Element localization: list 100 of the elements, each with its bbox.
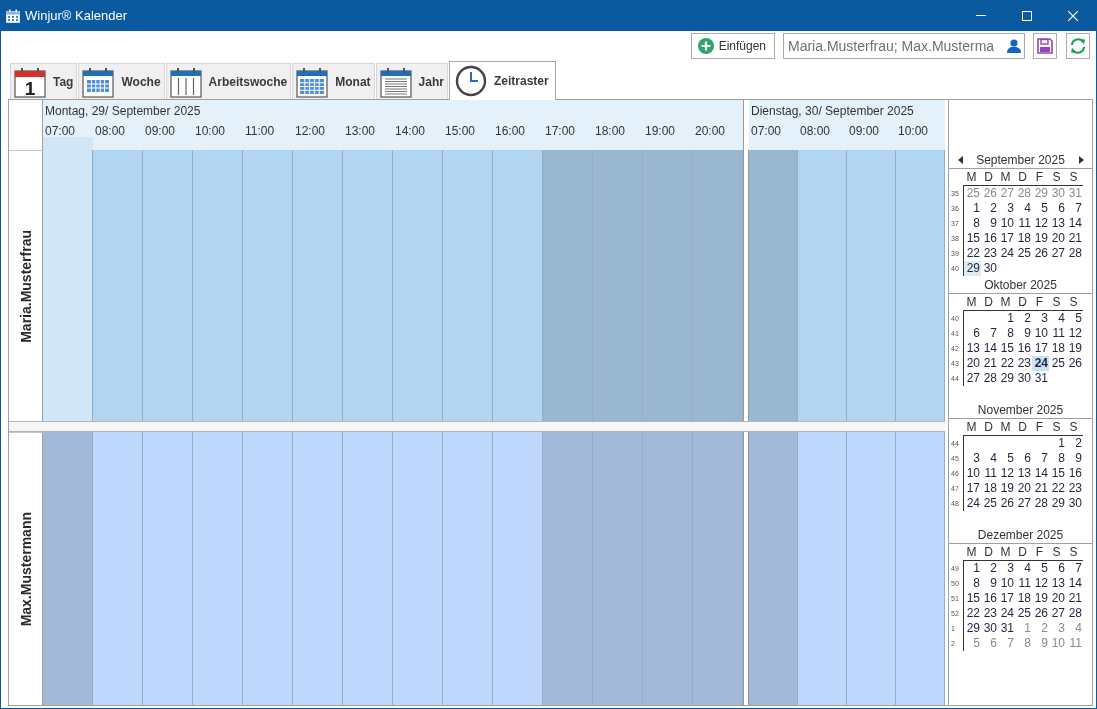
calendar-day[interactable]: 8 xyxy=(1015,636,1032,651)
calendar-day[interactable]: 14 xyxy=(981,341,998,356)
time-slot[interactable] xyxy=(847,432,896,705)
calendar-day[interactable]: 31 xyxy=(998,621,1015,636)
calendar-day[interactable]: 17 xyxy=(998,231,1015,246)
time-slot[interactable] xyxy=(193,150,243,421)
calendar-day[interactable]: 3 xyxy=(998,201,1015,216)
calendar-day[interactable]: 16 xyxy=(1015,341,1032,356)
calendar-day[interactable]: 7 xyxy=(1066,201,1083,216)
calendar-day[interactable]: 12 xyxy=(1032,576,1049,591)
calendar-day[interactable]: 23 xyxy=(981,606,998,621)
calendar-day[interactable]: 19 xyxy=(998,481,1015,496)
calendar-day[interactable]: 29 xyxy=(1032,186,1049,201)
time-slot[interactable] xyxy=(243,150,293,421)
calendar-day[interactable]: 30 xyxy=(1066,496,1083,511)
calendar-day[interactable]: 25 xyxy=(1015,246,1032,261)
insert-button[interactable]: Einfügen xyxy=(690,33,775,59)
calendar-day[interactable]: 22 xyxy=(964,246,981,261)
calendar-day[interactable]: 19 xyxy=(1066,341,1083,356)
time-slot[interactable] xyxy=(749,150,798,421)
calendar-day[interactable]: 10 xyxy=(1032,326,1049,341)
calendar-day[interactable]: 13 xyxy=(1049,576,1066,591)
calendar-day[interactable]: 30 xyxy=(981,261,998,276)
time-slot[interactable] xyxy=(593,432,643,705)
calendar-day[interactable]: 25 xyxy=(964,186,981,201)
calendar-day[interactable]: 31 xyxy=(1032,371,1049,386)
calendar-day[interactable]: 9 xyxy=(1015,326,1032,341)
calendar-day[interactable]: 29 xyxy=(998,371,1015,386)
calendar-day[interactable]: 28 xyxy=(1015,186,1032,201)
calendar-day[interactable]: 14 xyxy=(1066,576,1083,591)
calendar-day[interactable]: 3 xyxy=(1032,311,1049,326)
time-slot[interactable] xyxy=(93,150,143,421)
calendar-day[interactable]: 10 xyxy=(998,216,1015,231)
calendar-day[interactable]: 8 xyxy=(1049,451,1066,466)
calendar-day[interactable]: 12 xyxy=(998,466,1015,481)
calendar-day[interactable]: 25 xyxy=(1049,356,1066,371)
calendar-day[interactable]: 2 xyxy=(1066,436,1083,451)
calendar-day[interactable]: 6 xyxy=(1015,451,1032,466)
calendar-day[interactable]: 18 xyxy=(1015,231,1032,246)
calendar-day[interactable]: 11 xyxy=(981,466,998,481)
calendar-day[interactable]: 1 xyxy=(964,561,981,576)
time-slot[interactable] xyxy=(143,150,193,421)
calendar-day[interactable]: 28 xyxy=(1066,246,1083,261)
time-slot[interactable] xyxy=(896,432,945,705)
calendar-day[interactable]: 30 xyxy=(981,621,998,636)
calendar-day[interactable]: 19 xyxy=(1032,591,1049,606)
calendar-day[interactable]: 28 xyxy=(1032,496,1049,511)
time-slot[interactable] xyxy=(493,432,543,705)
calendar-day[interactable]: 20 xyxy=(1049,591,1066,606)
time-slot[interactable] xyxy=(343,432,393,705)
calendar-day[interactable]: 12 xyxy=(1066,326,1083,341)
calendar-day[interactable]: 26 xyxy=(1066,356,1083,371)
calendar-day[interactable]: 5 xyxy=(1032,561,1049,576)
calendar-day[interactable]: 24 xyxy=(998,606,1015,621)
calendar-day[interactable]: 13 xyxy=(964,341,981,356)
calendar-day[interactable]: 6 xyxy=(964,326,981,341)
time-slot[interactable] xyxy=(243,432,293,705)
calendar-day[interactable]: 1 xyxy=(998,311,1015,326)
calendar-day[interactable]: 31 xyxy=(1066,186,1083,201)
calendar-day[interactable]: 13 xyxy=(1015,466,1032,481)
calendar-day[interactable]: 24 xyxy=(1032,356,1049,371)
calendar-day[interactable]: 28 xyxy=(1066,606,1083,621)
time-slot[interactable] xyxy=(143,432,193,705)
calendar-day[interactable]: 6 xyxy=(1049,201,1066,216)
time-slot[interactable] xyxy=(643,432,693,705)
calendar-day[interactable]: 2 xyxy=(981,561,998,576)
calendar-day[interactable]: 9 xyxy=(1066,451,1083,466)
calendar-day[interactable]: 22 xyxy=(998,356,1015,371)
calendar-day[interactable]: 28 xyxy=(981,371,998,386)
calendar-day[interactable]: 4 xyxy=(1049,311,1066,326)
calendar-day[interactable]: 3 xyxy=(1049,621,1066,636)
calendar-day[interactable]: 29 xyxy=(964,621,981,636)
calendar-day[interactable]: 17 xyxy=(1032,341,1049,356)
calendar-day[interactable]: 9 xyxy=(981,576,998,591)
calendar-day[interactable]: 20 xyxy=(1049,231,1066,246)
calendar-day[interactable]: 21 xyxy=(1066,591,1083,606)
time-slot[interactable] xyxy=(543,150,593,421)
calendar-day[interactable]: 3 xyxy=(964,451,981,466)
calendar-day[interactable]: 15 xyxy=(964,231,981,246)
time-slot[interactable] xyxy=(43,432,93,705)
calendar-day[interactable]: 10 xyxy=(1049,636,1066,651)
time-slot[interactable] xyxy=(443,432,493,705)
calendar-day[interactable]: 16 xyxy=(1066,466,1083,481)
calendar-day[interactable]: 7 xyxy=(1032,451,1049,466)
calendar-day[interactable]: 24 xyxy=(998,246,1015,261)
calendar-day[interactable]: 21 xyxy=(1066,231,1083,246)
calendar-day[interactable]: 21 xyxy=(981,356,998,371)
calendar-day[interactable]: 14 xyxy=(1066,216,1083,231)
time-slot[interactable] xyxy=(693,150,743,421)
calendar-day[interactable]: 4 xyxy=(1015,561,1032,576)
calendar-day[interactable]: 24 xyxy=(964,496,981,511)
time-slot[interactable] xyxy=(693,432,743,705)
calendar-day[interactable]: 5 xyxy=(1032,201,1049,216)
calendar-day[interactable]: 26 xyxy=(998,496,1015,511)
calendar-day[interactable]: 23 xyxy=(981,246,998,261)
time-slot[interactable] xyxy=(293,432,343,705)
view-tab[interactable]: Woche xyxy=(78,63,165,99)
time-slot[interactable] xyxy=(749,432,798,705)
calendar-day[interactable]: 29 xyxy=(1049,496,1066,511)
calendar-day[interactable]: 4 xyxy=(981,451,998,466)
